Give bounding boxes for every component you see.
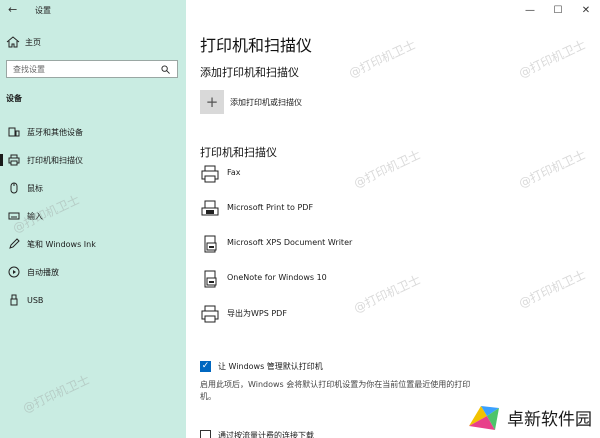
- sidebar-home[interactable]: 主页: [6, 35, 41, 49]
- sidebar-item-label: 笔和 Windows Ink: [27, 239, 96, 249]
- sidebar-item-pen[interactable]: 笔和 Windows Ink: [0, 230, 186, 258]
- printer-name: Fax: [227, 168, 241, 177]
- pdf-printer-icon: [201, 200, 219, 216]
- sidebar-item-label: 鼠标: [27, 183, 43, 193]
- search-box: [6, 60, 178, 78]
- search-icon[interactable]: [161, 65, 170, 74]
- usb-icon: [10, 294, 18, 306]
- printer-name: Microsoft XPS Document Writer: [227, 238, 353, 247]
- watermark: @打印机卫士: [516, 37, 588, 81]
- sidebar-item-usb[interactable]: USB: [0, 286, 186, 314]
- checkbox-empty-icon: [200, 430, 211, 438]
- pen-icon: [9, 238, 20, 249]
- metered-download-checkbox[interactable]: 通过按流量计费的连接下载: [200, 430, 314, 438]
- printer-item-xps[interactable]: Microsoft XPS Document Writer: [200, 232, 560, 267]
- mouse-icon: [10, 182, 18, 194]
- document-printer-icon: [204, 270, 217, 288]
- sidebar-item-autoplay[interactable]: 自动播放: [0, 258, 186, 286]
- printers-section-title: 打印机和扫描仪: [200, 146, 277, 159]
- add-section-title: 添加打印机和扫描仪: [200, 66, 299, 79]
- add-printer-label: 添加打印机或扫描仪: [230, 97, 302, 107]
- printer-icon: [8, 154, 20, 166]
- brand-mark-icon: [469, 406, 499, 430]
- main-content: — ☐ ✕ 打印机和扫描仪 添加打印机和扫描仪 + 添加打印机或扫描仪 打印机和…: [186, 0, 600, 438]
- autoplay-icon: [8, 266, 20, 278]
- sidebar-item-label: USB: [27, 295, 44, 305]
- printer-icon: [201, 305, 219, 323]
- printer-name: 导出为WPS PDF: [227, 309, 287, 318]
- sidebar-item-label: 蓝牙和其他设备: [27, 127, 83, 137]
- sidebar-item-input[interactable]: 输入: [0, 202, 186, 230]
- minimize-button[interactable]: —: [516, 0, 544, 20]
- checkmark-icon: ✓: [200, 361, 211, 372]
- watermark: @打印机卫士: [346, 37, 418, 81]
- printer-name: Microsoft Print to PDF: [227, 203, 314, 212]
- sidebar-nav: 蓝牙和其他设备 打印机和扫描仪 鼠标 输入 笔和 Windows Ink 自动播…: [0, 118, 186, 314]
- plus-icon: +: [200, 90, 224, 114]
- sidebar: ← 设置 主页 设备 蓝牙和其他设备 打印机和扫描仪: [0, 0, 186, 438]
- window-controls: — ☐ ✕: [516, 0, 600, 20]
- sidebar-item-printers[interactable]: 打印机和扫描仪: [0, 146, 186, 174]
- home-label: 主页: [25, 37, 41, 47]
- printer-item-onenote[interactable]: OneNote for Windows 10: [200, 267, 560, 302]
- sidebar-item-label: 打印机和扫描仪: [27, 155, 83, 165]
- metered-download-label: 通过按流量计费的连接下载: [218, 431, 314, 438]
- app-title: 设置: [35, 6, 51, 15]
- printer-item-wps-pdf[interactable]: 导出为WPS PDF: [200, 302, 560, 337]
- section-label: 设备: [6, 94, 22, 103]
- bluetooth-devices-icon: [8, 127, 20, 137]
- brand-logo: 卓新软件园: [467, 402, 592, 432]
- sidebar-item-mouse[interactable]: 鼠标: [0, 174, 186, 202]
- maximize-button[interactable]: ☐: [544, 0, 572, 20]
- manage-default-description: 启用此项后，Windows 会将默认打印机设置为你在当前位置最近使用的打印机。: [200, 380, 471, 401]
- sidebar-item-bluetooth[interactable]: 蓝牙和其他设备: [0, 118, 186, 146]
- close-button[interactable]: ✕: [572, 0, 600, 20]
- keyboard-icon: [8, 212, 20, 220]
- home-icon: [6, 36, 20, 48]
- printer-icon: [201, 165, 219, 183]
- brand-name: 卓新软件园: [507, 409, 592, 430]
- printer-list: Fax Microsoft Print to PDF Microsoft XPS…: [200, 162, 560, 337]
- add-printer-button[interactable]: + 添加打印机或扫描仪: [200, 90, 302, 114]
- page-title: 打印机和扫描仪: [200, 36, 313, 55]
- document-printer-icon: [204, 235, 217, 253]
- manage-default-checkbox[interactable]: ✓ 让 Windows 管理默认打印机: [200, 361, 323, 372]
- manage-default-label: 让 Windows 管理默认打印机: [218, 362, 323, 371]
- sidebar-item-label: 自动播放: [27, 267, 59, 277]
- search-input[interactable]: [13, 64, 153, 74]
- back-arrow-icon[interactable]: ←: [8, 4, 22, 16]
- printer-item-ms-pdf[interactable]: Microsoft Print to PDF: [200, 197, 560, 232]
- watermark: @打印机卫士: [20, 372, 92, 416]
- printer-item-fax[interactable]: Fax: [200, 162, 560, 197]
- printer-name: OneNote for Windows 10: [227, 273, 327, 282]
- sidebar-item-label: 输入: [27, 211, 43, 221]
